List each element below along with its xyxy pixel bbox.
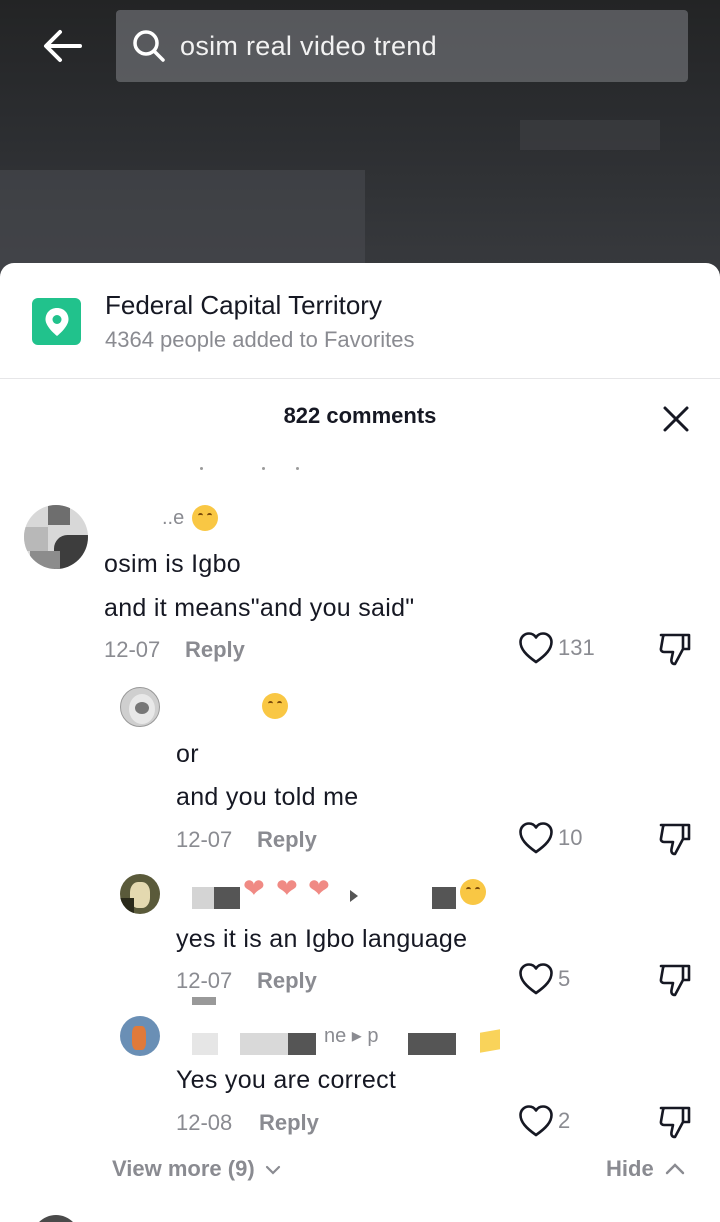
hugging-face-emoji-icon xyxy=(192,505,218,531)
hugging-face-emoji-icon xyxy=(460,879,486,905)
location-pin-icon xyxy=(32,298,81,345)
comment-username[interactable]: ne ▸ p xyxy=(324,1023,379,1048)
like-button[interactable]: 131 xyxy=(518,631,595,665)
comments-sheet: Federal Capital Territory 4364 people ad… xyxy=(0,263,720,1222)
loading-dots xyxy=(200,467,310,471)
like-count: 131 xyxy=(558,635,595,660)
dislike-button[interactable] xyxy=(658,1104,692,1145)
top-bar: osim real video trend xyxy=(0,0,720,92)
comment-text: and you told me xyxy=(176,783,359,811)
redacted-block xyxy=(192,1033,218,1055)
comment-date: 12-08 xyxy=(176,1110,233,1135)
location-banner[interactable]: Federal Capital Territory 4364 people ad… xyxy=(0,263,720,379)
comment-date: 12-07 xyxy=(176,827,233,852)
redacted-block xyxy=(288,1033,316,1055)
chevron-down-icon xyxy=(265,1165,280,1175)
heart-icon xyxy=(519,1105,553,1137)
thumbs-down-icon xyxy=(659,633,691,666)
dislike-button[interactable] xyxy=(658,962,692,1003)
reply-button[interactable]: Reply xyxy=(257,827,317,853)
comment-date: 12-07 xyxy=(104,637,161,662)
caret-right-icon xyxy=(350,890,358,902)
heart-icon xyxy=(519,822,553,854)
hugging-face-emoji-icon xyxy=(262,693,288,719)
redacted-block xyxy=(408,1033,456,1055)
redacted-block xyxy=(192,887,214,909)
reply-button[interactable]: Reply xyxy=(259,1110,319,1136)
heart-emoji-icon: ❤ xyxy=(308,874,330,904)
avatar[interactable] xyxy=(120,874,160,914)
like-count: 5 xyxy=(558,966,571,991)
comment-text: and it means"and you said" xyxy=(104,594,415,622)
redacted-block xyxy=(432,887,456,909)
search-icon xyxy=(133,30,165,62)
like-button[interactable]: 2 xyxy=(518,1104,570,1138)
avatar[interactable] xyxy=(120,1016,160,1056)
emoji-fragment xyxy=(480,1029,500,1053)
comment-date: 12-07 xyxy=(176,968,233,993)
chevron-up-icon xyxy=(665,1163,685,1175)
heart-emoji-icon: ❤ xyxy=(243,874,265,904)
hide-replies-button[interactable]: Hide xyxy=(606,1156,686,1182)
thumbs-down-icon xyxy=(659,964,691,997)
reply-button[interactable]: Reply xyxy=(257,968,317,994)
comment-text: or xyxy=(176,740,199,768)
close-icon[interactable] xyxy=(660,403,692,435)
avatar[interactable] xyxy=(120,687,160,727)
view-more-replies-button[interactable]: View more (9) xyxy=(112,1156,281,1182)
search-query: osim real video trend xyxy=(180,30,437,61)
like-count: 2 xyxy=(558,1108,571,1133)
like-button[interactable]: 5 xyxy=(518,962,570,996)
location-favorites-count: 4364 people added to Favorites xyxy=(105,327,415,352)
heart-icon xyxy=(519,632,553,664)
comments-count: 822 comments xyxy=(283,403,437,428)
comment-username[interactable]: ..e xyxy=(162,507,184,530)
heart-emoji-icon: ❤ xyxy=(276,874,298,904)
comment-text: Yes you are correct xyxy=(176,1066,397,1094)
heart-icon xyxy=(519,963,553,995)
redacted-block xyxy=(192,997,216,1005)
location-title: Federal Capital Territory xyxy=(105,290,382,320)
dislike-button[interactable] xyxy=(658,821,692,862)
avatar[interactable] xyxy=(32,1215,80,1222)
comment-text: osim is Igbo xyxy=(104,550,241,578)
redacted-block xyxy=(214,887,240,909)
thumbs-down-icon xyxy=(659,1106,691,1139)
like-count: 10 xyxy=(558,825,583,850)
dislike-button[interactable] xyxy=(658,631,692,672)
search-input[interactable]: osim real video trend xyxy=(116,10,688,82)
thumbs-down-icon xyxy=(659,823,691,856)
comment-text: yes it is an Igbo language xyxy=(176,925,468,953)
reply-button[interactable]: Reply xyxy=(185,637,245,663)
like-button[interactable]: 10 xyxy=(518,821,582,855)
back-arrow-icon[interactable] xyxy=(38,24,86,68)
avatar[interactable] xyxy=(24,505,88,569)
redacted-block xyxy=(240,1033,288,1055)
